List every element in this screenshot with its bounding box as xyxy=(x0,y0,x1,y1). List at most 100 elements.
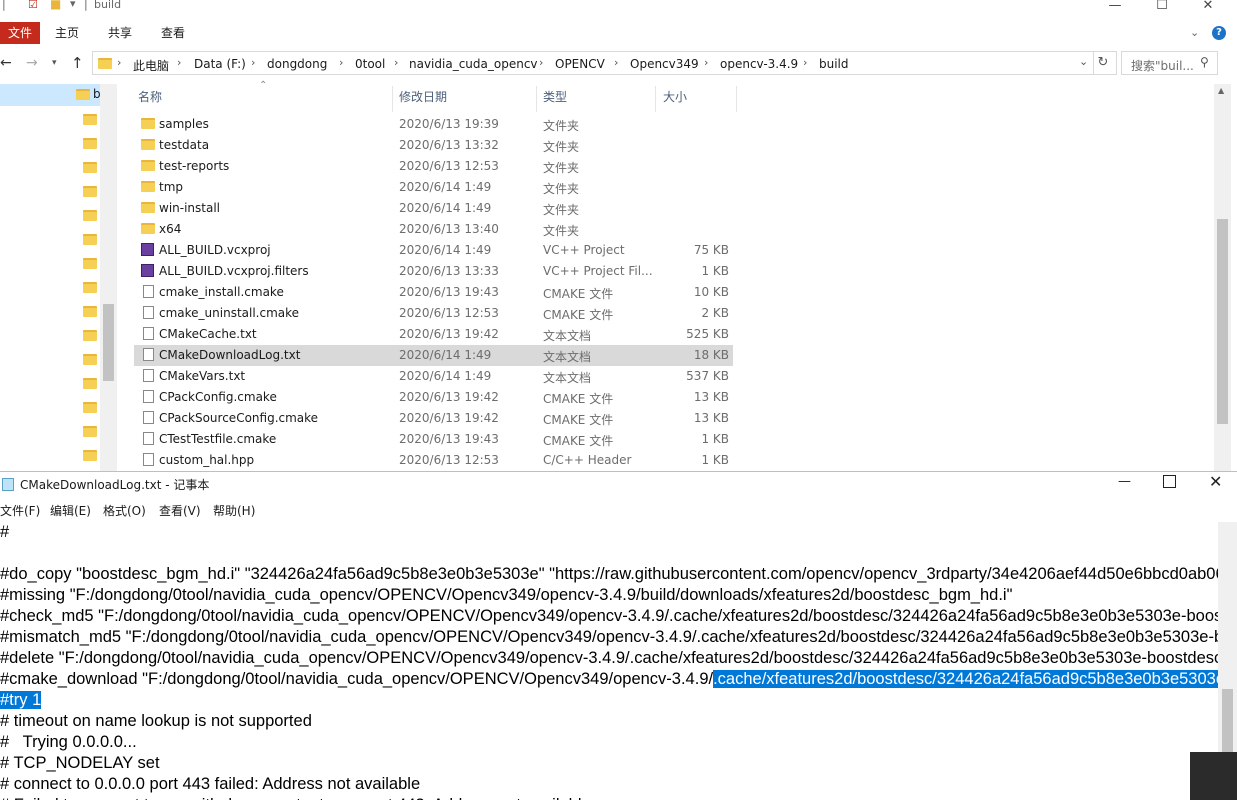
folder-icon[interactable] xyxy=(83,306,97,317)
folder-icon[interactable] xyxy=(83,234,97,245)
forward-icon[interactable]: → xyxy=(26,55,38,71)
folder-icon[interactable] xyxy=(83,210,97,221)
file-row[interactable]: samples 2020/6/13 19:39 文件夹 xyxy=(134,114,733,135)
menu-format[interactable]: 格式(O) xyxy=(103,502,146,519)
file-list-scrollbar[interactable]: ▲ xyxy=(1214,84,1231,471)
tab-file[interactable]: 文件 xyxy=(0,22,40,44)
menu-view[interactable]: 查看(V) xyxy=(159,502,201,519)
menu-edit[interactable]: 编辑(E) xyxy=(50,502,91,519)
text-line xyxy=(0,543,1218,564)
folder-icon[interactable] xyxy=(83,354,97,365)
column-header-size[interactable]: 大小 xyxy=(663,88,687,110)
file-size: 1 KB xyxy=(701,453,729,467)
file-size: 18 KB xyxy=(693,348,729,362)
folder-icon[interactable] xyxy=(83,426,97,437)
file-type: 文件夹 xyxy=(543,182,580,196)
breadcrumb-dongdong[interactable]: dongdong xyxy=(267,57,327,71)
file-size: 1 KB xyxy=(701,264,729,278)
file-icon xyxy=(143,390,154,403)
file-row[interactable]: CPackSourceConfig.cmake 2020/6/13 19:42 CM… xyxy=(134,408,733,429)
file-row[interactable]: CMakeDownloadLog.txt 2020/6/14 1:49 文本文档 18… xyxy=(134,345,733,366)
breadcrumb-opencv-3-4-9[interactable]: opencv-3.4.9 xyxy=(720,57,798,71)
breadcrumb-this-pc[interactable]: 此电脑 xyxy=(133,57,169,74)
back-icon[interactable]: ← xyxy=(0,55,12,71)
file-row[interactable]: x64 2020/6/13 13:40 文件夹 xyxy=(134,219,733,240)
up-icon[interactable]: ↑ xyxy=(71,54,84,72)
file-row[interactable]: custom_hal.hpp 2020/6/13 12:53 C/C++ Heade… xyxy=(134,450,733,471)
file-name: CTestTestfile.cmake xyxy=(159,432,277,446)
breadcrumb-opencv349[interactable]: Opencv349 xyxy=(630,57,699,71)
maximize-button[interactable]: ☐ xyxy=(1139,0,1185,12)
text-file-icon xyxy=(143,348,154,361)
properties-icon[interactable]: ☑ xyxy=(28,0,38,11)
text-editor[interactable]: # #do_copy "boostdesc_bgm_hd.i" "324426a2… xyxy=(0,522,1218,800)
file-type: CMAKE 文件 xyxy=(543,434,614,448)
text-line-content: # timeout on name lookup is not supporte… xyxy=(0,712,312,730)
help-icon[interactable]: ? xyxy=(1212,26,1226,40)
file-date: 2020/6/13 19:42 xyxy=(399,327,499,341)
file-size: 537 KB xyxy=(686,369,729,383)
menu-file[interactable]: 文件(F) xyxy=(0,502,40,519)
minimize-button[interactable]: — xyxy=(1118,474,1131,489)
folder-icon[interactable] xyxy=(83,186,97,197)
file-row[interactable]: cmake_uninstall.cmake 2020/6/13 12:53 CMAK… xyxy=(134,303,733,324)
file-row[interactable]: cmake_install.cmake 2020/6/13 19:43 CMAKE … xyxy=(134,282,733,303)
search-box[interactable]: 搜索"buil... ⚲ xyxy=(1121,51,1218,75)
breadcrumb-0tool[interactable]: 0tool xyxy=(355,57,385,71)
folder-icon[interactable] xyxy=(83,258,97,269)
file-row[interactable]: testdata 2020/6/13 13:32 文件夹 xyxy=(134,135,733,156)
refresh-icon[interactable]: ↻ xyxy=(1093,52,1112,74)
file-row[interactable]: CTestTestfile.cmake 2020/6/13 19:43 CMAKE … xyxy=(134,429,733,450)
tab-view[interactable]: 查看 xyxy=(161,22,185,44)
minimize-button[interactable]: — xyxy=(1092,0,1138,12)
search-input[interactable]: 搜索"buil... xyxy=(1131,57,1194,74)
file-row[interactable]: CMakeCache.txt 2020/6/13 19:42 文本文档 525 KB xyxy=(134,324,733,345)
folder-icon[interactable] xyxy=(83,450,97,461)
file-row[interactable]: test-reports 2020/6/13 12:53 文件夹 xyxy=(134,156,733,177)
close-button[interactable]: ✕ xyxy=(1185,0,1231,12)
address-bar[interactable]: › 此电脑 › Data (F:) › dongdong › 0tool › n… xyxy=(92,51,1117,75)
text-file-icon xyxy=(143,327,154,340)
expand-ribbon-icon[interactable]: ⌄ xyxy=(1190,26,1199,39)
column-header-name[interactable]: 名称 xyxy=(138,88,162,110)
folder-icon[interactable] xyxy=(83,282,97,293)
text-line: # Failed to connect to raw.githubusercon… xyxy=(0,795,1218,800)
recent-locations-icon[interactable]: ▾ xyxy=(52,58,57,68)
nav-scrollbar-thumb[interactable] xyxy=(103,304,114,381)
column-header-type[interactable]: 类型 xyxy=(543,88,567,110)
divider xyxy=(655,86,656,112)
file-row[interactable]: ALL_BUILD.vcxproj 2020/6/14 1:49 VC++ Proj… xyxy=(134,240,733,261)
address-dropdown-icon[interactable]: ⌄ xyxy=(1079,55,1088,68)
breadcrumb-drive[interactable]: Data (F:) xyxy=(194,57,246,71)
breadcrumb-navidia-cuda-opencv[interactable]: navidia_cuda_opencv xyxy=(409,57,538,71)
tab-home[interactable]: 主页 xyxy=(55,22,79,44)
file-row[interactable]: win-install 2020/6/14 1:49 文件夹 xyxy=(134,198,733,219)
folder-icon[interactable] xyxy=(83,114,97,125)
close-button[interactable]: ✕ xyxy=(1209,472,1222,491)
menu-help[interactable]: 帮助(H) xyxy=(213,502,255,519)
file-list-scrollbar-thumb[interactable] xyxy=(1217,219,1228,424)
maximize-button[interactable] xyxy=(1163,475,1176,488)
breadcrumb-build[interactable]: build xyxy=(819,57,849,71)
folder-icon[interactable] xyxy=(83,330,97,341)
scroll-up-icon[interactable]: ▲ xyxy=(1218,86,1224,95)
folder-icon[interactable] xyxy=(83,138,97,149)
file-row[interactable]: CPackConfig.cmake 2020/6/13 19:42 CMAKE 文件… xyxy=(134,387,733,408)
folder-icon[interactable] xyxy=(83,402,97,413)
window-title: build xyxy=(94,0,122,11)
selected-text: .cache/xfeatures2d/boostdesc/324426a24fa… xyxy=(713,670,1218,688)
breadcrumb-opencv[interactable]: OPENCV xyxy=(555,57,605,71)
folder-icon[interactable] xyxy=(83,378,97,389)
customize-toolbar-icon[interactable]: ▾ xyxy=(70,0,76,10)
folder-icon[interactable] xyxy=(83,162,97,173)
column-header-date[interactable]: 修改日期 xyxy=(399,88,447,110)
file-name: win-install xyxy=(159,201,221,215)
file-row[interactable]: CMakeVars.txt 2020/6/14 1:49 文本文档 537 KB xyxy=(134,366,733,387)
search-icon[interactable]: ⚲ xyxy=(1200,55,1209,69)
nav-scrollbar[interactable] xyxy=(100,84,117,471)
tab-share[interactable]: 共享 xyxy=(108,22,132,44)
file-row[interactable]: ALL_BUILD.vcxproj.filters 2020/6/13 13:33… xyxy=(134,261,733,282)
new-folder-icon[interactable]: ■ xyxy=(50,0,61,11)
file-row[interactable]: tmp 2020/6/14 1:49 文件夹 xyxy=(134,177,733,198)
file-type: C/C++ Header xyxy=(543,453,632,467)
